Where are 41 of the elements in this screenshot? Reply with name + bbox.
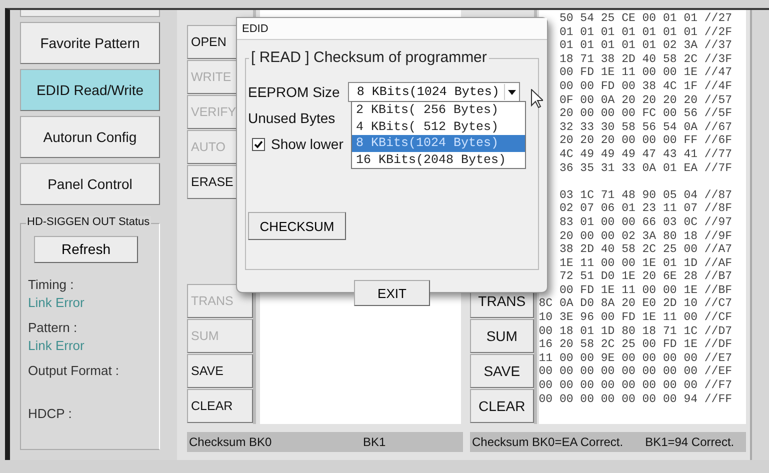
hex-line: 00 00 00 00 00 00 00 00 //F7: [538, 379, 732, 393]
field-value: Link Error: [28, 294, 86, 310]
hex-line: 72 51 D0 1E 20 6E 28 //B7: [559, 270, 732, 284]
hex-line: 20 00 00 00 FC 00 56 //5F: [559, 107, 732, 121]
hex-line: 32 33 30 58 56 54 0A //67: [559, 120, 732, 134]
hex-line: 00 00 00 00 00 00 00 94 //FF: [538, 392, 732, 406]
hex-line: 00 00 00 00 00 00 00 00 //EF: [538, 365, 732, 380]
hex-line: 83 01 00 00 66 03 0C //97: [559, 216, 732, 230]
hex-line: 1E 11 00 00 1E 01 1D //AF: [559, 256, 732, 270]
status-text: BK1: [362, 435, 386, 449]
hex-line: 18 71 38 2D 40 58 2C //3F: [559, 52, 732, 66]
field-label: HDCP :: [28, 406, 73, 421]
status-text: BK1=94 Correct.: [644, 435, 734, 449]
status-text: Checksum BK0=EA Correct.: [471, 435, 624, 449]
field-value: Link Error: [28, 338, 86, 353]
dialog-title: EDID: [237, 18, 547, 40]
hex-line: 01 01 01 01 01 01 01 //2F: [559, 26, 732, 40]
field-label: Pattern :: [28, 320, 78, 335]
hex-line: 36 35 31 33 0A 01 EA //7F: [559, 162, 732, 176]
hex-line: 20 20 20 00 00 00 FF //6F: [559, 134, 732, 148]
group-title: [ READ ] Checksum of programmer: [249, 49, 489, 66]
hex-line: 00 00 FD 00 38 4C 1F //4F: [559, 80, 732, 94]
hex-line: 4C 49 49 49 47 43 41 //77: [559, 148, 732, 162]
hex-line: 0F 00 0A 20 20 20 20 //57: [559, 94, 732, 108]
status-text: Checksum BK0: [188, 435, 273, 449]
hex-line: 01 01 01 01 01 02 3A //37: [559, 39, 732, 53]
hex-line: 00 18 01 1D 80 18 71 1C //D7: [538, 324, 732, 338]
group-title: HD-SIGGEN OUT Status: [26, 216, 151, 228]
field-label: Timing :: [28, 276, 75, 292]
hex-line: 00 FD 1E 11 00 00 1E //BF: [559, 284, 732, 298]
hex-line: 38 2D 40 58 2C 25 00 //A7: [559, 243, 732, 257]
hex-line: 02 07 06 01 23 11 07 //8F: [559, 202, 732, 216]
hex-line: 8C 0A D0 8A 20 E0 2D 10 //C7: [538, 297, 732, 312]
field-label: Output Format :: [28, 362, 120, 378]
hex-line: 10 3E 96 00 FD 1E 11 00 //CF: [538, 311, 732, 325]
hex-line: 16 20 58 2C 25 00 FD 1E //DF: [538, 338, 732, 352]
hex-line: 20 00 00 02 3A 80 18 //9F: [559, 230, 732, 244]
hex-line: 11 00 00 9E 00 00 00 00 //E7: [538, 352, 732, 366]
hex-line: 50 54 25 CE 00 01 01 //27: [559, 12, 732, 26]
hex-line: 00 FD 1E 11 00 00 1E //47: [559, 66, 732, 80]
hex-line: 03 1C 71 48 90 05 04 //87: [559, 188, 732, 202]
